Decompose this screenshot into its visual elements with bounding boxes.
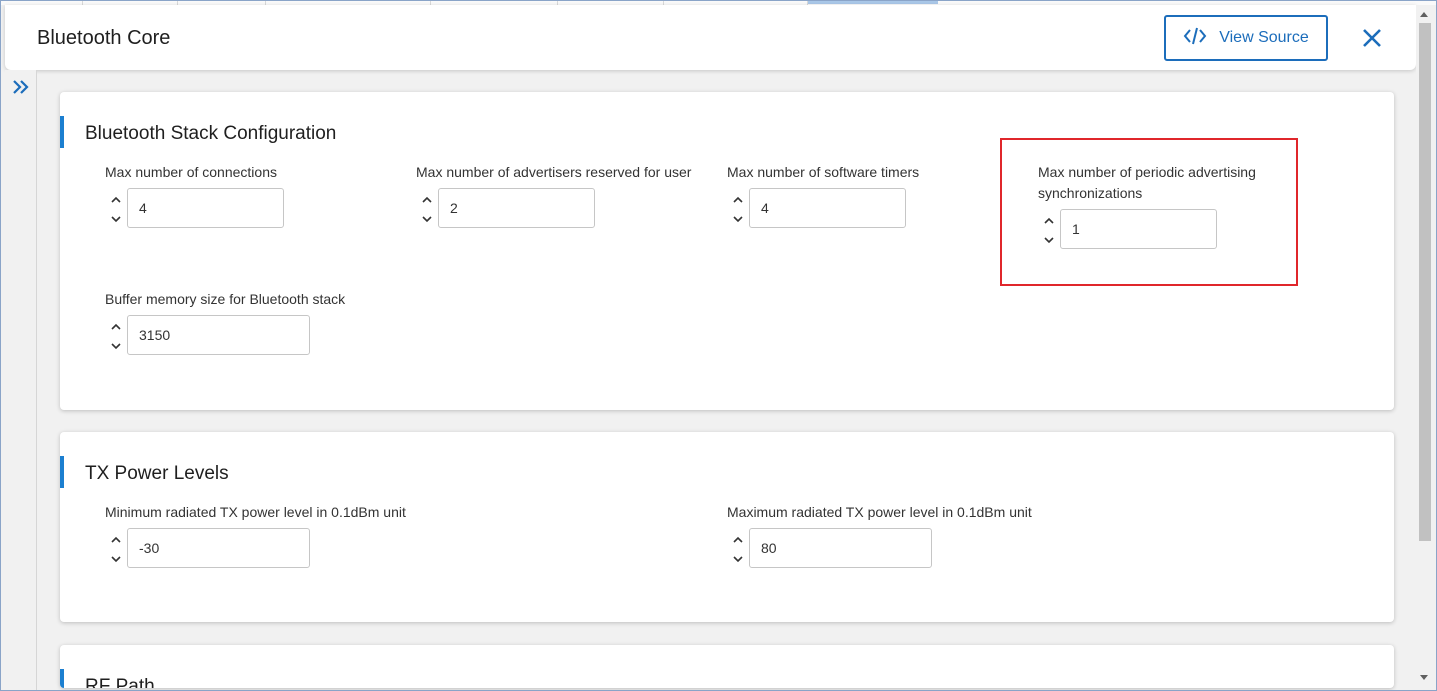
field-max-tx-power: Maximum radiated TX power level in 0.1dB… <box>727 502 1032 568</box>
chevron-up-icon[interactable] <box>731 533 745 545</box>
field-max-advertisers: Max number of advertisers reserved for u… <box>416 162 692 228</box>
field-max-software-timers: Max number of software timers <box>727 162 920 228</box>
scroll-down-arrow-icon[interactable] <box>1420 675 1428 680</box>
field-label: Max number of software timers <box>727 164 920 180</box>
page-title: Bluetooth Core <box>37 27 171 49</box>
chevron-up-icon[interactable] <box>420 193 434 205</box>
field-label: Minimum radiated TX power level in 0.1dB… <box>105 504 406 520</box>
section-accent-bar <box>60 116 64 148</box>
section-tx-power-levels: TX Power Levels Minimum radiated TX powe… <box>60 432 1394 622</box>
chevron-down-icon[interactable] <box>109 339 123 351</box>
number-stepper <box>727 528 749 568</box>
chevron-up-icon[interactable] <box>731 193 745 205</box>
section-title: Bluetooth Stack Configuration <box>85 123 337 144</box>
section-accent-bar <box>60 669 64 688</box>
section-title: TX Power Levels <box>85 463 229 484</box>
buffer-memory-size-input[interactable] <box>127 315 310 355</box>
editor-header: Bluetooth Core View Source <box>5 5 1416 70</box>
double-chevron-right-icon[interactable] <box>11 78 31 96</box>
code-icon <box>1183 25 1207 52</box>
highlight-box <box>1000 138 1298 286</box>
min-tx-power-input[interactable] <box>127 528 310 568</box>
section-accent-bar <box>60 456 64 488</box>
chevron-down-icon[interactable] <box>420 212 434 224</box>
view-source-label: View Source <box>1219 29 1309 46</box>
chevron-down-icon[interactable] <box>731 212 745 224</box>
app-window: Bluetooth Core View Source Bluetooth Sta… <box>0 0 1437 691</box>
number-stepper <box>105 528 127 568</box>
field-label: Maximum radiated TX power level in 0.1dB… <box>727 504 1032 520</box>
number-stepper <box>727 188 749 228</box>
chevron-up-icon[interactable] <box>109 533 123 545</box>
field-min-tx-power: Minimum radiated TX power level in 0.1dB… <box>105 502 406 568</box>
vertical-scrollbar[interactable] <box>1416 5 1434 688</box>
scroll-up-arrow-icon[interactable] <box>1420 12 1428 17</box>
number-stepper <box>416 188 438 228</box>
max-tx-power-input[interactable] <box>749 528 932 568</box>
field-max-connections: Max number of connections <box>105 162 284 228</box>
number-stepper <box>105 315 127 355</box>
max-software-timers-input[interactable] <box>749 188 906 228</box>
field-label: Buffer memory size for Bluetooth stack <box>105 291 346 307</box>
max-connections-input[interactable] <box>127 188 284 228</box>
scrollbar-thumb[interactable] <box>1419 23 1431 541</box>
chevron-up-icon[interactable] <box>109 193 123 205</box>
view-source-button[interactable]: View Source <box>1164 15 1328 61</box>
chevron-down-icon[interactable] <box>731 552 745 564</box>
section-rf-path: RF Path <box>60 645 1394 688</box>
field-label: Max number of advertisers reserved for u… <box>416 164 692 180</box>
number-stepper <box>105 188 127 228</box>
chevron-down-icon[interactable] <box>109 552 123 564</box>
chevron-up-icon[interactable] <box>109 320 123 332</box>
close-icon[interactable] <box>1359 25 1385 51</box>
field-label: Max number of connections <box>105 164 277 180</box>
max-advertisers-input[interactable] <box>438 188 595 228</box>
chevron-down-icon[interactable] <box>109 212 123 224</box>
field-buffer-memory-size: Buffer memory size for Bluetooth stack <box>105 289 346 355</box>
collapsed-sidebar <box>5 70 37 690</box>
section-title: RF Path <box>85 676 155 688</box>
